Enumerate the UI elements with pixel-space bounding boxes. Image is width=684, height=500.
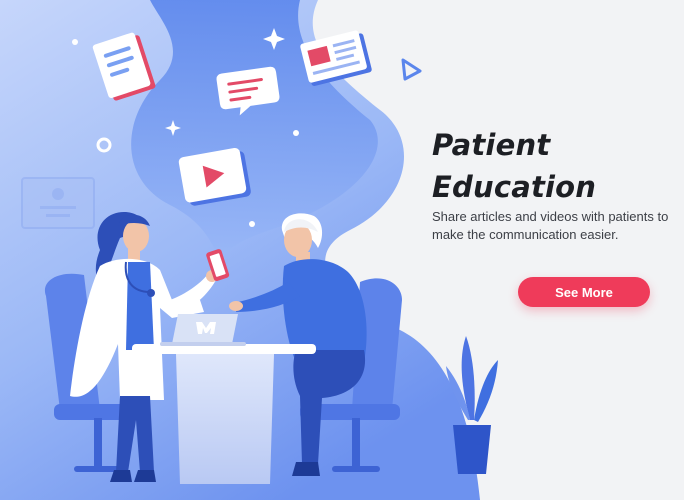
sparkle-dot-icon xyxy=(293,130,299,136)
certificate-icon xyxy=(21,177,95,229)
patient-education-illustration xyxy=(0,0,498,500)
sparkle-dot-icon xyxy=(72,39,78,45)
page-title-line-1: Patient xyxy=(432,128,551,162)
landing-page: Patient Education Share articles and vid… xyxy=(0,0,684,500)
page-title-line-2: Education xyxy=(432,170,597,204)
see-more-button[interactable]: See More xyxy=(518,277,650,307)
triangle-icon xyxy=(401,58,422,81)
page-description: Share articles and videos with patients … xyxy=(432,209,669,242)
sparkle-dot-icon xyxy=(249,221,255,227)
page-title: Patient Education xyxy=(432,124,596,208)
